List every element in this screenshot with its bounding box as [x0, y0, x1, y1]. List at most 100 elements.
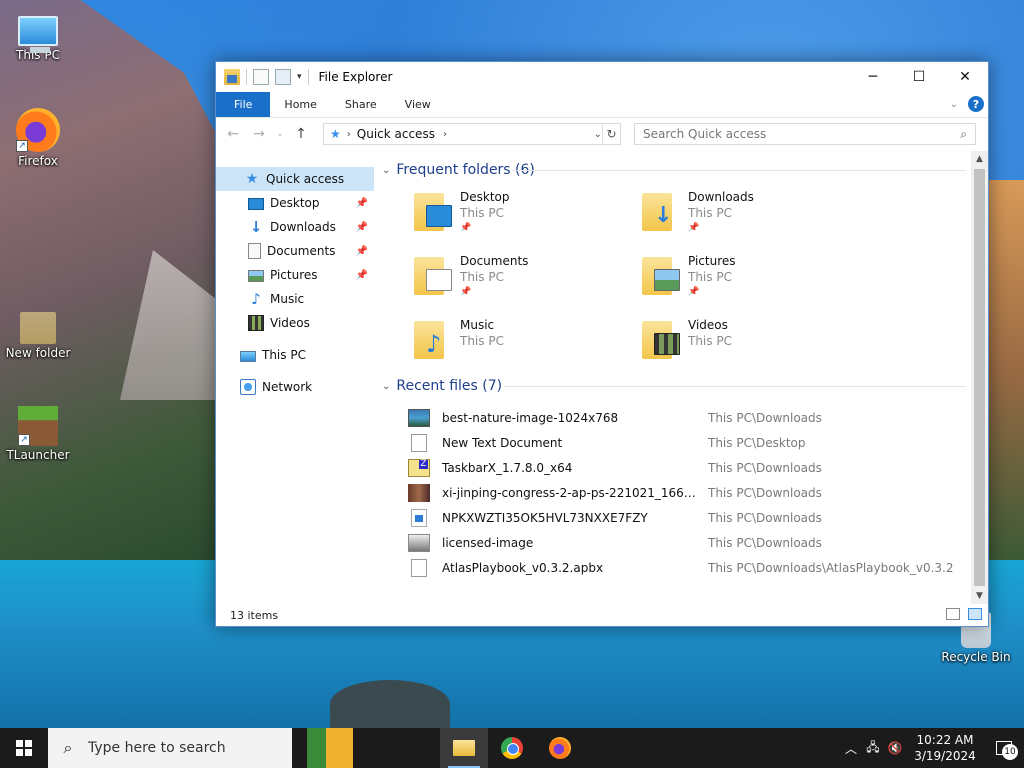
folder-tile-downloads[interactable]: ↓ Downloads This PC 📌 — [642, 189, 870, 241]
ribbon-tabs: File Home Share View ⌄ ? — [216, 92, 988, 118]
wallpaper-mountain-right — [984, 180, 1024, 560]
forward-arrow-icon[interactable]: → — [248, 126, 270, 142]
photo-file-icon — [408, 483, 430, 502]
pin-icon: 📌 — [355, 197, 368, 209]
vertical-scrollbar[interactable]: ▲ ▼ — [971, 151, 988, 604]
folder-name: Desktop — [460, 190, 510, 204]
recent-file-row[interactable]: New Text Document This PC\Desktop — [408, 430, 988, 455]
quick-access-star-icon: ★ — [330, 127, 341, 141]
recent-file-row[interactable]: AtlasPlaybook_v0.3.2.apbx This PC\Downlo… — [408, 555, 988, 580]
file-path: This PC\Downloads — [708, 535, 822, 550]
tab-view[interactable]: View — [391, 92, 445, 117]
nav-item-label: Desktop — [270, 196, 320, 210]
new-folder-icon[interactable] — [275, 69, 291, 85]
desktop-icon-firefox[interactable]: ↗ Firefox — [0, 108, 76, 168]
search-input[interactable]: Search Quick access ⌕ — [634, 123, 976, 145]
folder-name: Downloads — [688, 190, 754, 204]
nav-item-quick-access[interactable]: ★ Quick access — [216, 167, 374, 191]
network-icon — [240, 379, 256, 395]
show-hidden-icons-chevron-icon[interactable]: ︿ — [840, 740, 862, 757]
folder-tile-desktop[interactable]: Desktop This PC 📌 — [414, 189, 642, 241]
downloads-folder-icon: ↓ — [642, 189, 682, 231]
expand-ribbon-chevron-icon[interactable]: ⌄ — [950, 99, 958, 110]
nav-item-desktop[interactable]: Desktop 📌 — [216, 191, 374, 215]
folder-location: This PC — [460, 270, 504, 284]
frequent-folders-header[interactable]: ⌄ Frequent folders (6) — [382, 159, 988, 181]
web-image-file-icon — [411, 508, 427, 527]
recent-file-row[interactable]: TaskbarX_1.7.8.0_x64 This PC\Downloads — [408, 455, 988, 480]
recent-file-row[interactable]: licensed-image This PC\Downloads — [408, 530, 988, 555]
breadcrumb-chevron-icon[interactable]: › — [443, 129, 447, 140]
nav-item-label: Pictures — [270, 268, 318, 282]
properties-icon[interactable] — [253, 69, 269, 85]
nav-item-label: Downloads — [270, 220, 336, 234]
refresh-icon[interactable]: ↻ — [602, 124, 620, 144]
nav-item-documents[interactable]: Documents 📌 — [216, 239, 374, 263]
back-arrow-icon[interactable]: ← — [222, 126, 244, 142]
notification-center-button[interactable]: 10 — [984, 728, 1024, 768]
network-icon[interactable]: 🖧 — [862, 738, 884, 759]
recent-files-header[interactable]: ⌄ Recent files (7) — [382, 375, 988, 397]
up-arrow-icon[interactable]: ↑ — [290, 126, 312, 142]
help-icon[interactable]: ? — [968, 96, 984, 112]
desktop-icon-new-folder[interactable]: New folder — [0, 302, 76, 360]
recent-file-row[interactable]: best-nature-image-1024x768 This PC\Downl… — [408, 405, 988, 430]
breadcrumb-quick-access[interactable]: Quick access — [357, 127, 435, 141]
customize-toolbar-chevron-icon[interactable]: ▾ — [297, 72, 302, 82]
desktop-icon-this-pc[interactable]: This PC — [0, 8, 76, 62]
clock-date: 3/19/2024 — [914, 749, 976, 763]
news-widget-icon[interactable] — [292, 728, 368, 768]
nav-item-this-pc[interactable]: This PC — [216, 343, 374, 367]
shortcut-arrow-icon: ↗ — [16, 140, 28, 152]
title-bar[interactable]: ▾ File Explorer ─ ☐ ✕ — [216, 62, 988, 92]
folder-tile-documents[interactable]: Documents This PC 📌 — [414, 253, 642, 305]
tab-file[interactable]: File — [216, 92, 271, 117]
folder-tile-videos[interactable]: Videos This PC — [642, 317, 870, 369]
address-dropdown-chevron-icon[interactable]: ⌄ — [594, 129, 602, 140]
close-button[interactable]: ✕ — [942, 62, 988, 92]
taskbar-firefox[interactable] — [536, 728, 584, 768]
tab-share[interactable]: Share — [331, 92, 391, 117]
maximize-button[interactable]: ☐ — [896, 62, 942, 92]
folder-tile-music[interactable]: ♪ Music This PC — [414, 317, 642, 369]
recent-file-row[interactable]: xi-jinping-congress-2-ap-ps-221021_16663… — [408, 480, 988, 505]
desktop-icon-tlauncher[interactable]: ↗ TLauncher — [0, 406, 76, 462]
large-icons-view-icon[interactable] — [968, 608, 982, 620]
taskbar-chrome[interactable] — [488, 728, 536, 768]
pictures-folder-icon — [642, 253, 682, 295]
scroll-up-arrow-icon[interactable]: ▲ — [971, 151, 988, 167]
start-button[interactable] — [0, 728, 48, 768]
address-bar[interactable]: ★ › Quick access › ⌄ ↻ — [323, 123, 621, 145]
recent-locations-chevron-icon[interactable]: ⌄ — [274, 129, 286, 139]
nav-item-pictures[interactable]: Pictures 📌 — [216, 263, 374, 287]
folder-tile-pictures[interactable]: Pictures This PC 📌 — [642, 253, 870, 305]
breadcrumb-chevron-icon[interactable]: › — [347, 129, 351, 140]
taskbar-search-box[interactable]: ⌕ Type here to search — [48, 728, 292, 768]
ribbon-right-controls: ⌄ ? — [950, 96, 984, 112]
nav-item-label: Music — [270, 292, 305, 306]
file-explorer-window[interactable]: ▾ File Explorer ─ ☐ ✕ File Home Share Vi… — [215, 61, 989, 627]
folder-name: Music — [460, 318, 495, 332]
recent-file-row[interactable]: NPKXWZTI35OK5HVL73NXXE7FZY This PC\Downl… — [408, 505, 988, 530]
nav-item-downloads[interactable]: ↓ Downloads 📌 — [216, 215, 374, 239]
nav-item-network[interactable]: Network — [216, 375, 374, 399]
navigation-bar: ← → ⌄ ↑ ★ › Quick access › ⌄ ↻ Search Qu… — [216, 118, 988, 150]
quick-access-toolbar: ▾ — [216, 69, 309, 85]
scrollbar-thumb[interactable] — [974, 169, 985, 586]
separator — [307, 69, 309, 85]
minimize-button[interactable]: ─ — [850, 62, 896, 92]
tab-home[interactable]: Home — [270, 92, 330, 117]
windows-logo-icon — [16, 740, 32, 756]
collapse-chevron-icon[interactable]: ⌄ — [382, 165, 390, 176]
clock[interactable]: 10:22 AM 3/19/2024 — [906, 732, 984, 764]
nav-item-videos[interactable]: Videos — [216, 311, 374, 335]
nav-item-label: Network — [262, 380, 313, 394]
volume-muted-icon[interactable]: 🔇 — [884, 741, 906, 755]
videos-icon — [248, 315, 264, 331]
nav-item-music[interactable]: ♪ Music — [216, 287, 374, 311]
collapse-chevron-icon[interactable]: ⌄ — [382, 381, 390, 392]
folder-name: Documents — [460, 254, 529, 268]
scroll-down-arrow-icon[interactable]: ▼ — [971, 588, 988, 604]
details-view-icon[interactable] — [946, 608, 960, 620]
taskbar-file-explorer[interactable] — [440, 728, 488, 768]
